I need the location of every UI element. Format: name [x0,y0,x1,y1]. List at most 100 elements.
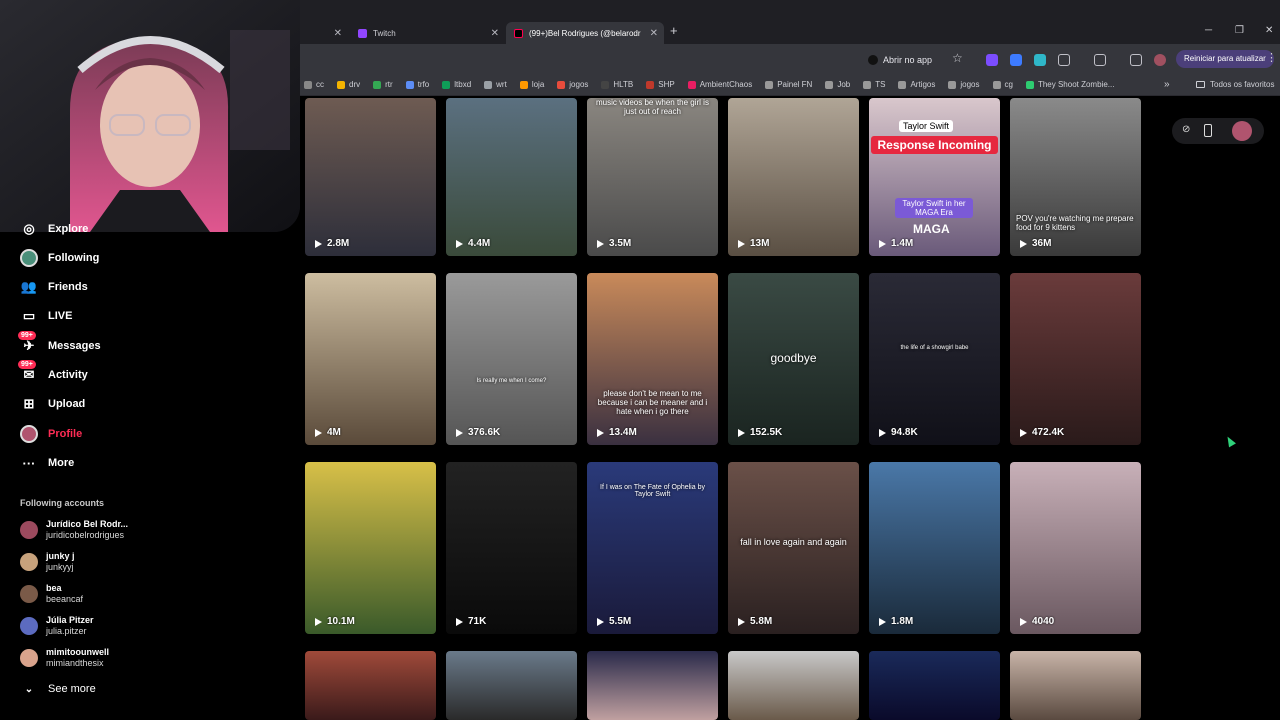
view-count: 1.8M [879,616,913,627]
bookmark-item[interactable]: They Shoot Zombie... [1025,80,1114,89]
bookmark-item[interactable]: SHP [646,80,675,89]
following-account[interactable]: bea beeancaf [20,582,83,605]
sidebar-item-live[interactable]: ▭ LIVE [20,305,73,327]
bookmark-item[interactable]: AmbientChaos [687,80,752,89]
downloads-icon[interactable] [1094,54,1106,66]
device-icon[interactable] [1204,124,1212,137]
video-tile[interactable]: 2.8M [305,98,436,256]
video-tile[interactable]: the life of a showgirl babe 94.8K [869,273,1000,445]
video-tile[interactable]: 10.1M [305,462,436,634]
play-icon [597,239,604,248]
bookmark-item[interactable]: Painel FN [765,80,812,89]
bookmarks-overflow-icon[interactable]: » [1164,79,1170,90]
bookmark-item[interactable]: jogos [948,80,980,89]
account-name: junky j [46,551,75,561]
bookmark-item[interactable]: ltbxd [442,80,471,89]
following-account[interactable]: mimitoounwell mimiandthesix [20,646,109,669]
all-favorites-label: Todos os favoritos [1210,80,1275,89]
bookmark-label: cc [316,80,324,89]
video-tile[interactable] [869,651,1000,720]
bookmark-item[interactable]: cg [992,80,1013,89]
close-tab-icon[interactable]: ✕ [491,28,499,39]
video-tile[interactable]: POV you're watching me prepare food for … [1010,98,1141,256]
following-account[interactable]: junky j junkyyj [20,550,75,573]
video-tile[interactable]: 4040 [1010,462,1141,634]
following-account[interactable]: Júlia Pitzer julia.pitzer [20,614,94,637]
video-tile[interactable]: 13M [728,98,859,256]
close-tab-icon[interactable]: ✕ [650,28,658,39]
sidebar-item-activity[interactable]: ✉ 99+ Activity [18,360,88,386]
bookmark-star-icon[interactable]: ☆ [952,51,963,65]
bookmark-item[interactable]: rtr [373,80,393,89]
bookmark-item[interactable]: Artigos [898,80,935,89]
play-icon [456,617,463,626]
video-tile[interactable]: Taylor Swift Response Incoming Taylor Swif… [869,98,1000,256]
new-tab-icon[interactable]: + [670,23,678,38]
sidebar-item-profile[interactable]: Profile [20,423,82,445]
bookmark-item[interactable]: HLTB [601,80,633,89]
menu-dots-icon[interactable]: ⋮ [1266,51,1277,64]
bookmark-item[interactable]: jogos [557,80,588,89]
sidebar-item-friends[interactable]: 👥 Friends [20,276,88,298]
video-tile[interactable]: fall in love again and again 5.8M [728,462,859,634]
tab-twitch[interactable]: Twitch ✕ [350,22,505,44]
sidebar-item-upload[interactable]: ⊞ Upload [20,393,86,415]
play-icon [738,428,745,437]
open-in-app-button[interactable]: Abrir no app [868,52,932,68]
video-tile[interactable]: 71K [446,462,577,634]
tab-tiktok-profile[interactable]: (99+)Bel Rodrigues (@belarodr ✕ [506,22,664,44]
profile-avatar-icon[interactable] [1154,54,1166,66]
video-tile[interactable]: 4M [305,273,436,445]
see-more-button[interactable]: ⌄ See more [20,678,96,700]
video-caption: Taylor Swift in her MAGA Era [895,198,973,218]
video-tile[interactable]: music videos be when the girl is just ou… [587,98,718,256]
bookmark-item[interactable]: TS [863,80,885,89]
following-account[interactable]: Jurídico Bel Rodr... juridicobelrodrigues [20,518,128,541]
profile-avatar-icon[interactable] [1232,121,1252,141]
video-tile[interactable] [587,651,718,720]
bookmark-item[interactable]: Job [825,80,850,89]
video-tile[interactable]: 4.4M [446,98,577,256]
sidebar-item-following[interactable]: Following [20,247,99,269]
video-tile[interactable]: please don't be mean to me because i can… [587,273,718,445]
sidebar-item-label: Profile [48,428,83,440]
following-accounts-title: Following accounts [20,498,105,508]
extension-icon[interactable] [1010,54,1022,66]
bookmark-item[interactable]: wrt [484,80,507,89]
bookmark-label: jogos [569,80,589,89]
bookmark-item[interactable]: trfo [405,80,429,89]
video-tile[interactable] [728,651,859,720]
video-tile[interactable]: 1.8M [869,462,1000,634]
video-tile[interactable] [305,651,436,720]
close-tab-icon[interactable]: ✕ [334,28,342,39]
upload-icon: ⊞ [23,396,35,411]
video-tile[interactable] [1010,651,1141,720]
video-tile[interactable] [446,651,577,720]
play-icon [879,239,886,248]
cursor-icon [1224,434,1236,448]
extension-icon[interactable] [986,54,998,66]
sidebar-item-messages[interactable]: ✈ 99+ Messages [18,331,101,357]
bookmark-item[interactable]: drv [337,80,360,89]
sidebar-item-explore[interactable]: ◎ Explore [20,218,88,240]
video-tile[interactable]: 472.4K [1010,273,1141,445]
extensions-puzzle-icon[interactable] [1058,54,1070,66]
restore-icon[interactable]: ❐ [1235,25,1244,36]
bookmark-item[interactable]: loja [519,80,544,89]
restart-update-button[interactable]: Reiniciar para atualizar [1176,50,1274,68]
sidebar-item-more[interactable]: ··· More [20,452,75,474]
all-favorites-folder[interactable]: Todos os favoritos [1196,80,1274,89]
minimize-icon[interactable]: ─ [1205,25,1212,36]
view-count: 13.4M [597,427,637,438]
play-icon [315,239,322,248]
view-count: 2.8M [315,238,349,249]
view-count-label: 13.4M [609,427,637,438]
video-tile[interactable]: Is really me when I come? 376.6K [446,273,577,445]
extension-icon[interactable] [1034,54,1046,66]
reading-list-icon[interactable] [1130,54,1142,66]
bookmark-item[interactable]: cc [304,80,324,89]
video-tile[interactable]: goodbye 152.5K [728,273,859,445]
video-tile[interactable]: If I was on The Fate of Ophelia by Taylo… [587,462,718,634]
close-window-icon[interactable]: ✕ [1265,25,1273,36]
mini-player-icon[interactable]: ⊘ [1182,124,1190,135]
